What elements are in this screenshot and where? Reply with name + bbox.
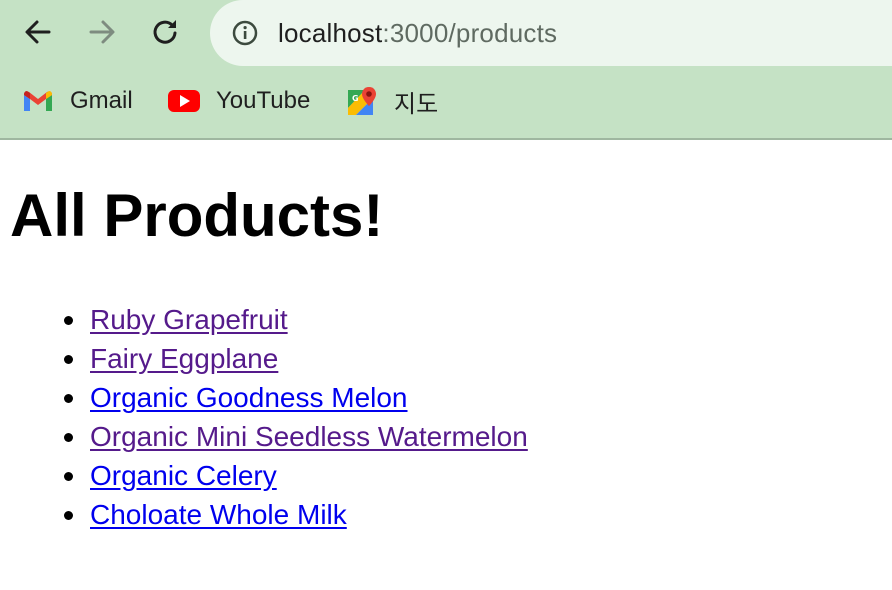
bookmark-label: YouTube [216, 87, 311, 114]
url-host: localhost [278, 18, 383, 48]
bookmark-label: 지도 [394, 90, 439, 118]
product-link[interactable]: Ruby Grapefruit [90, 304, 288, 335]
list-item: Fairy Eggplane [64, 339, 528, 378]
svg-text:G: G [352, 94, 359, 103]
bookmark-label: Gmail [70, 87, 133, 114]
list-item: Organic Celery [64, 456, 528, 495]
page-title: All Products! [10, 182, 384, 249]
url-text[interactable]: localhost:3000/products [278, 16, 557, 50]
info-icon[interactable] [232, 20, 258, 46]
back-button[interactable] [18, 12, 58, 52]
forward-button[interactable] [82, 12, 122, 52]
bookmark-gmail[interactable]: Gmail [22, 84, 133, 118]
browser-toolbar: localhost:3000/products [0, 0, 892, 66]
list-item: Choloate Whole Milk [64, 495, 528, 534]
maps-icon: G [346, 85, 378, 117]
arrow-left-icon [25, 20, 51, 44]
product-link[interactable]: Fairy Eggplane [90, 343, 278, 374]
product-list: Ruby Grapefruit Fairy Eggplane Organic Goo… [64, 300, 528, 534]
product-link[interactable]: Choloate Whole Milk [90, 499, 347, 530]
list-item: Organic Mini Seedless Watermelon [64, 417, 528, 456]
gmail-icon [22, 85, 54, 117]
reload-button[interactable] [146, 12, 186, 52]
reload-icon [153, 20, 177, 44]
bookmark-maps[interactable]: G 지도 [346, 84, 438, 118]
arrow-right-icon [89, 20, 115, 44]
bookmarks-bar: Gmail YouTube G 지도 [0, 66, 892, 140]
list-item: Ruby Grapefruit [64, 300, 528, 339]
product-link[interactable]: Organic Celery [90, 460, 277, 491]
youtube-icon [168, 85, 200, 117]
list-item: Organic Goodness Melon [64, 378, 528, 417]
product-link[interactable]: Organic Goodness Melon [90, 382, 408, 413]
product-link[interactable]: Organic Mini Seedless Watermelon [90, 421, 528, 452]
bookmark-youtube[interactable]: YouTube [168, 84, 310, 118]
address-bar[interactable]: localhost:3000/products [210, 0, 892, 66]
url-path: :3000/products [382, 18, 558, 48]
